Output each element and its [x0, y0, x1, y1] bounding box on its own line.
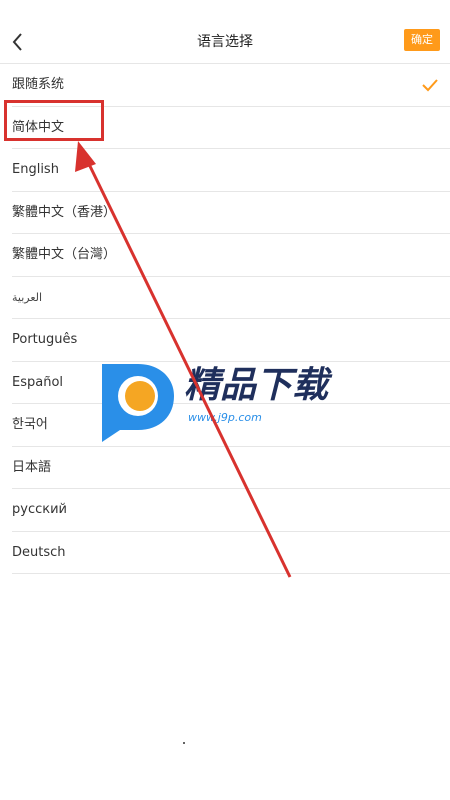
language-label: 繁體中文（香港） [12, 204, 117, 220]
language-item-german[interactable]: Deutsch [12, 532, 450, 574]
language-label: Português [12, 332, 78, 347]
language-label: 한국어 [12, 417, 48, 432]
page-title: 语言选择 [197, 34, 253, 50]
language-label: English [12, 162, 59, 177]
language-label: 日本語 [12, 459, 52, 475]
language-item-arabic[interactable]: العربية [12, 277, 450, 319]
language-label: 繁體中文（台灣） [12, 247, 117, 262]
checkmark-icon [422, 79, 438, 92]
watermark-logo-icon [102, 364, 174, 442]
top-bar: 语言选择 确定 [0, 0, 450, 64]
language-settings-screen: 语言选择 确定 跟随系统 简体中文 English 繁體中文（香港） 繁體中文（… [0, 0, 450, 800]
watermark: 精品下载 www.j9p.com [98, 356, 358, 446]
language-item-traditional-chinese-hk[interactable]: 繁體中文（香港） [12, 192, 450, 234]
language-item-japanese[interactable]: 日本語 [12, 447, 450, 489]
stray-dot [183, 742, 185, 744]
confirm-button[interactable]: 确定 [404, 29, 440, 51]
language-item-english[interactable]: English [12, 149, 450, 192]
language-label: العربية [12, 290, 43, 304]
language-item-traditional-chinese-tw[interactable]: 繁體中文（台灣） [12, 234, 450, 277]
annotation-highlight-box [4, 100, 104, 141]
watermark-url: www.j9p.com [188, 411, 262, 424]
language-label: Deutsch [12, 544, 66, 560]
language-item-russian[interactable]: русский [12, 489, 450, 532]
watermark-title: 精品下载 [184, 365, 329, 406]
language-label: Español [12, 374, 64, 390]
language-label: русский [12, 502, 67, 517]
